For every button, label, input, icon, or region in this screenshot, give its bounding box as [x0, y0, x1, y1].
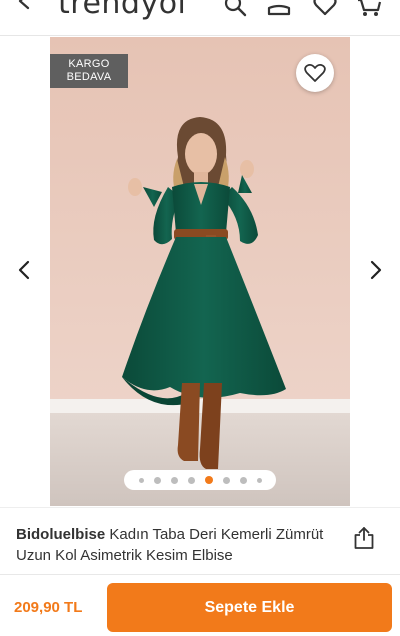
top-navigation-bar: trendyol — [0, 0, 400, 36]
cart-icon[interactable] — [356, 0, 382, 18]
pagination-dot[interactable] — [187, 476, 195, 484]
image-pagination-dots — [124, 470, 276, 490]
pagination-dot[interactable] — [256, 477, 262, 483]
product-detail-page: trendyol KARGO BEDAVA Bidoluelbise Kadın… — [0, 0, 400, 636]
favorite-button[interactable] — [296, 54, 334, 92]
pagination-dot[interactable] — [170, 476, 178, 484]
badge-line-1: KARGO — [68, 58, 110, 70]
product-image-gallery[interactable]: KARGO BEDAVA — [0, 37, 400, 506]
search-icon[interactable] — [222, 0, 248, 18]
account-icon[interactable] — [266, 0, 292, 18]
free-shipping-badge: KARGO BEDAVA — [50, 54, 128, 88]
product-title-row: Bidoluelbise Kadın Taba Deri Kemerli Züm… — [0, 507, 400, 573]
bottom-action-bar: 209,90 TL Sepete Ekle — [0, 574, 400, 636]
next-image-chevron-icon[interactable] — [364, 259, 386, 281]
product-brand[interactable]: Bidoluelbise — [16, 526, 105, 543]
pagination-dot-active[interactable] — [204, 476, 213, 484]
product-price: 209,90 TL — [14, 599, 83, 616]
pagination-dot[interactable] — [239, 476, 247, 484]
product-photo-image — [50, 37, 350, 506]
add-to-cart-button[interactable]: Sepete Ekle — [107, 583, 392, 632]
trendyol-logo[interactable]: trendyol — [58, 0, 186, 21]
pagination-dot[interactable] — [222, 476, 230, 484]
heart-icon — [304, 64, 326, 82]
product-title: Bidoluelbise Kadın Taba Deri Kemerli Züm… — [16, 524, 336, 566]
badge-line-2: BEDAVA — [66, 71, 112, 83]
product-photo[interactable]: KARGO BEDAVA — [50, 37, 350, 506]
previous-image-chevron-icon[interactable] — [14, 259, 36, 281]
pagination-dot[interactable] — [138, 477, 144, 483]
pagination-dot[interactable] — [153, 476, 161, 484]
favorites-icon[interactable] — [312, 0, 338, 18]
back-arrow-icon[interactable] — [14, 0, 36, 12]
share-icon[interactable] — [353, 526, 375, 550]
